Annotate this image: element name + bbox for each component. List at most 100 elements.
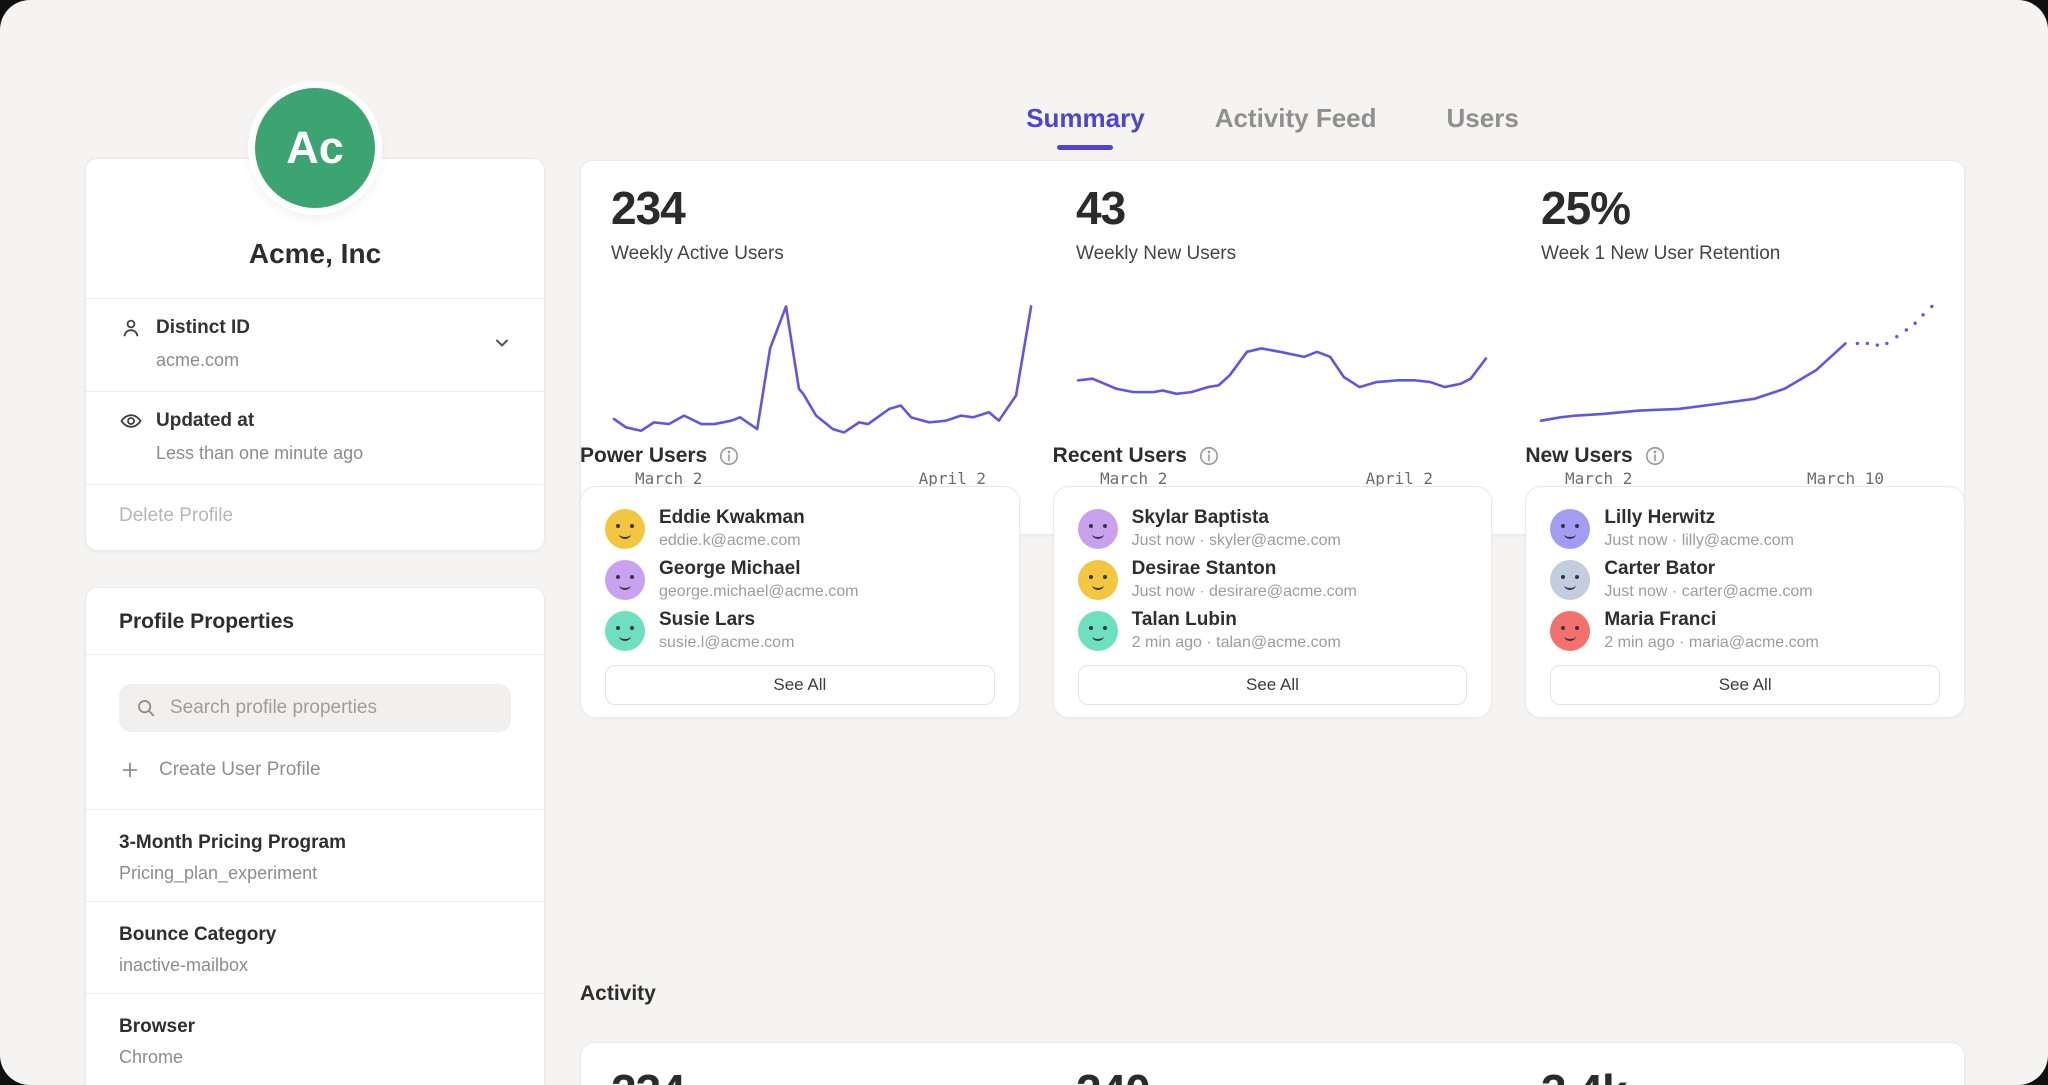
stat-value: 43	[1076, 185, 1541, 231]
user-name: Talan Lubin	[1132, 609, 1341, 631]
stat-value: 234	[611, 185, 1076, 231]
updated-at-value: Less than one minute ago	[156, 443, 514, 464]
recent-users-section: Recent Users Skylar Baptista Just now · …	[1053, 444, 1493, 718]
updated-at-row[interactable]: Updated at Less than one minute ago	[86, 391, 544, 484]
user-avatar	[1550, 560, 1590, 600]
section-title: Recent Users	[1053, 444, 1187, 468]
chevron-down-icon[interactable]	[490, 331, 514, 360]
profile-properties-card: Profile Properties Create User Profile 3…	[85, 587, 545, 1085]
stat-value: 25%	[1541, 185, 1944, 231]
person-icon	[119, 316, 143, 340]
user-name: Carter Bator	[1604, 558, 1812, 580]
list-item[interactable]: Desirae Stanton Just now · desirare@acme…	[1078, 554, 1468, 605]
tab-users[interactable]: Users	[1447, 103, 1519, 150]
stat-label: Week 1 New User Retention	[1541, 243, 1944, 265]
stat-label: Weekly Active Users	[611, 243, 1076, 265]
see-all-button[interactable]: See All	[605, 665, 995, 705]
info-icon[interactable]	[718, 445, 740, 467]
recent-users-card: Skylar Baptista Just now · skyler@acme.c…	[1053, 486, 1493, 718]
user-name: Maria Franci	[1604, 609, 1819, 631]
weekly-active-users-chart	[611, 293, 1041, 461]
browser-frame: Ac Acme, Inc Distinct ID acme.com	[0, 0, 2048, 1085]
create-user-profile-button[interactable]: Create User Profile	[119, 759, 511, 781]
create-user-profile-label: Create User Profile	[159, 759, 321, 781]
tab-bar: Summary Activity Feed Users	[580, 103, 1965, 150]
user-name: George Michael	[659, 558, 858, 580]
search-wrap	[86, 654, 544, 732]
eye-icon	[119, 409, 143, 433]
distinct-id-value: acme.com	[156, 350, 514, 371]
updated-at-label: Updated at	[156, 410, 254, 432]
activity-stats-card: 234 240 3.4k	[580, 1042, 1965, 1085]
user-avatar	[1550, 611, 1590, 651]
user-sections: Power Users Eddie Kwakman eddie.k@acme.c…	[580, 444, 1965, 718]
user-avatar	[605, 509, 645, 549]
user-name: Desirae Stanton	[1132, 558, 1357, 580]
user-subtitle: eddie.k@acme.com	[659, 532, 805, 550]
list-item[interactable]: George Michael george.michael@acme.com	[605, 554, 995, 605]
see-all-button[interactable]: See All	[1550, 665, 1940, 705]
activity-stat-value: 240	[1076, 1068, 1541, 1085]
info-icon[interactable]	[1644, 445, 1666, 467]
user-name: Lilly Herwitz	[1604, 507, 1794, 529]
info-icon[interactable]	[1198, 445, 1220, 467]
property-row[interactable]: 3-Month Pricing Program Pricing_plan_exp…	[86, 809, 544, 901]
profile-properties-title: Profile Properties	[86, 588, 544, 654]
stat-label: Weekly New Users	[1076, 243, 1541, 265]
power-users-section: Power Users Eddie Kwakman eddie.k@acme.c…	[580, 444, 1020, 718]
user-avatar	[605, 560, 645, 600]
property-label: Browser	[119, 1016, 514, 1038]
main-content: Summary Activity Feed Users 234 Weekly A…	[580, 0, 1965, 1085]
distinct-id-label: Distinct ID	[156, 317, 250, 339]
tab-activity-feed[interactable]: Activity Feed	[1215, 103, 1377, 150]
property-row[interactable]: Bounce Category inactive-mailbox	[86, 901, 544, 993]
section-title: New Users	[1525, 444, 1632, 468]
plus-icon	[119, 759, 141, 781]
list-item[interactable]: Talan Lubin 2 min ago · talan@acme.com	[1078, 605, 1468, 656]
user-name: Eddie Kwakman	[659, 507, 805, 529]
search-icon	[135, 697, 157, 719]
user-name: Skylar Baptista	[1132, 507, 1341, 529]
new-users-card: Lilly Herwitz Just now · lilly@acme.com …	[1525, 486, 1965, 718]
property-row[interactable]: Browser Chrome	[86, 993, 544, 1085]
company-avatar: Ac	[255, 88, 375, 208]
property-label: 3-Month Pricing Program	[119, 832, 514, 854]
search-input[interactable]	[170, 697, 495, 719]
user-subtitle: Just now · lilly@acme.com	[1604, 532, 1794, 550]
activity-stat-value: 234	[611, 1068, 1076, 1085]
activity-title: Activity	[580, 982, 1965, 1006]
user-avatar	[1078, 560, 1118, 600]
user-avatar	[605, 611, 645, 651]
user-avatar	[1078, 509, 1118, 549]
sidebar: Ac Acme, Inc Distinct ID acme.com	[85, 0, 545, 1085]
property-value: inactive-mailbox	[119, 955, 514, 976]
property-value: Pricing_plan_experiment	[119, 863, 514, 884]
app-screen: Ac Acme, Inc Distinct ID acme.com	[0, 0, 2048, 1085]
see-all-button[interactable]: See All	[1078, 665, 1468, 705]
active-tab-underline	[1057, 145, 1113, 150]
delete-profile-button[interactable]: Delete Profile	[86, 484, 544, 550]
activity-section: Activity 234 240 3.4k	[580, 982, 1965, 1085]
user-subtitle: george.michael@acme.com	[659, 583, 858, 601]
activity-stat-value: 3.4k	[1541, 1068, 1934, 1085]
distinct-id-row[interactable]: Distinct ID acme.com	[86, 298, 544, 391]
week1-retention-chart	[1541, 293, 1939, 461]
list-item[interactable]: Maria Franci 2 min ago · maria@acme.com	[1550, 605, 1940, 656]
list-item[interactable]: Susie Lars susie.l@acme.com	[605, 605, 995, 656]
user-subtitle: 2 min ago · talan@acme.com	[1132, 634, 1341, 652]
list-item[interactable]: Eddie Kwakman eddie.k@acme.com	[605, 503, 995, 554]
user-name: Susie Lars	[659, 609, 794, 631]
new-users-section: New Users Lilly Herwitz Just now · lilly…	[1525, 444, 1965, 718]
search-box[interactable]	[119, 684, 511, 732]
user-avatar	[1078, 611, 1118, 651]
list-item[interactable]: Carter Bator Just now · carter@acme.com	[1550, 554, 1940, 605]
company-profile-card: Acme, Inc Distinct ID acme.com	[85, 158, 545, 551]
user-subtitle: susie.l@acme.com	[659, 634, 794, 652]
weekly-new-users-chart	[1076, 293, 1488, 461]
section-title: Power Users	[580, 444, 707, 468]
property-value: Chrome	[119, 1047, 514, 1068]
list-item[interactable]: Lilly Herwitz Just now · lilly@acme.com	[1550, 503, 1940, 554]
tab-summary[interactable]: Summary	[1026, 103, 1145, 150]
list-item[interactable]: Skylar Baptista Just now · skyler@acme.c…	[1078, 503, 1468, 554]
power-users-card: Eddie Kwakman eddie.k@acme.com George Mi…	[580, 486, 1020, 718]
